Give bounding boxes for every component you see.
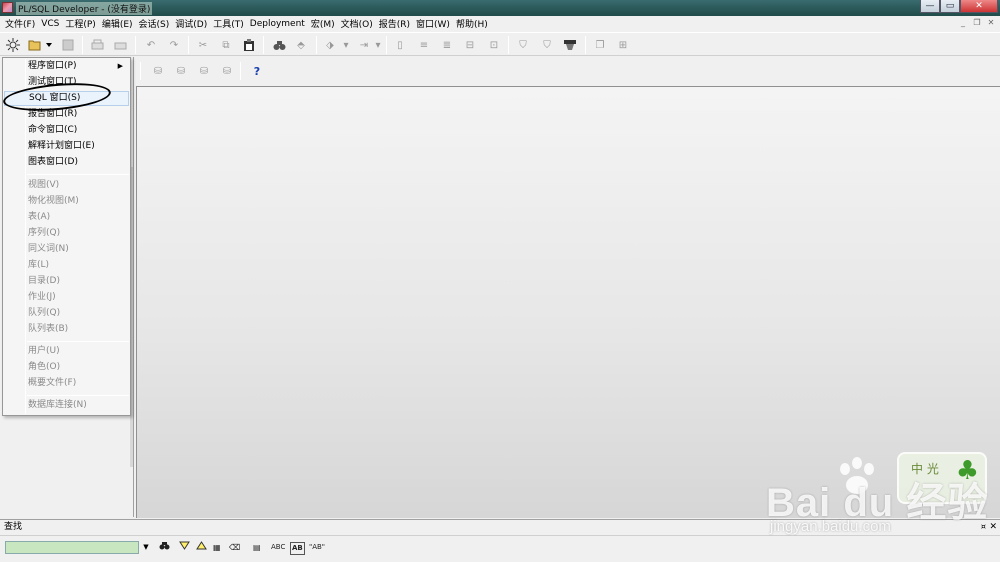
menu-session[interactable]: 会话(S) [136,17,173,30]
menu-tools[interactable]: 工具(T) [210,17,247,30]
indent-icon: ≡ [419,39,429,51]
menu-documents[interactable]: 文档(O) [338,17,376,30]
menu-debug[interactable]: 调试(D) [172,17,210,30]
print-icon [89,37,105,53]
find-panel-title: 查找 [4,522,23,532]
new-icon[interactable] [5,37,21,53]
menu-item-database-link: 数据库连接(N) [28,400,87,410]
find-input[interactable] [5,541,139,554]
menu-item-diagram-window[interactable]: 图表窗口(D) [4,155,129,170]
menu-deployment[interactable]: Deployment [247,19,308,29]
secondary-toolbar: ⛁ ⛁ ⛁ ⛁ ? [134,58,1000,84]
db-add-icon: ⛁ [153,65,163,77]
db-browse-icon: ⛉ [519,39,527,51]
chevron-down-icon[interactable]: ▼ [140,541,152,554]
menu-item-queue-table: 队列表(B) [28,324,69,334]
title-bar: PL/SQL Developer - (没有登录) — ▭ ✕ [0,0,1000,16]
mdi-minimize-button[interactable]: _ [957,17,969,29]
cascade-windows-icon: ❐ [595,39,605,51]
compile-icon: ⬗ [326,39,334,51]
find-icon[interactable] [271,37,287,53]
undo-icon: ↶ [146,39,156,51]
print-preview-icon [112,37,128,53]
find-toolbar: ▼ ▦ ⌫ ▤ ABC AB "AB" [0,535,1000,562]
menu-item-directory: 目录(D) [28,276,60,286]
minimize-button[interactable]: — [920,0,940,13]
execute-icon: ⇥ [359,39,369,51]
main-toolbar: ↶ ↷ ✂ ⧉ ⬘ ⬗ ▾ ⇥ ▾ ▯ ≡ ≣ ⊟ ⊡ ⛉ ⛉ ❐ ⊞ [0,32,1000,56]
mdi-close-button[interactable]: ✕ [985,17,997,29]
mdi-restore-button[interactable]: ❐ [971,17,983,29]
window-controls: — ▭ ✕ [920,0,998,14]
find-next-icon[interactable] [179,541,190,554]
help-icon[interactable]: ? [249,63,265,79]
menu-help[interactable]: 帮助(H) [453,17,491,30]
menu-macro[interactable]: 宏(M) [308,17,338,30]
close-icon[interactable]: ✕ [989,520,997,534]
chevron-down-icon: ▾ [343,39,349,51]
submenu-arrow-icon: ▶ [117,62,123,70]
menu-item-program-window[interactable]: 程序窗口(P) ▶ [4,59,129,74]
save-icon [60,37,76,53]
highlight-all-icon[interactable]: ▦ [213,541,221,554]
window-title: PL/SQL Developer - (没有登录) [16,2,153,15]
menu-bar: 文件(F) VCS 工程(P) 编辑(E) 会话(S) 调试(D) 工具(T) … [0,16,1000,31]
redo-icon: ↷ [169,39,179,51]
maximize-button[interactable]: ▭ [940,0,960,13]
uncomment-icon: ⊡ [489,39,499,51]
menu-item-profile: 概要文件(F) [28,378,77,388]
app-icon [2,2,13,13]
comment-icon: ⊟ [465,39,475,51]
menu-item-sequence: 序列(Q) [28,228,61,238]
menu-file[interactable]: 文件(F) [2,17,38,30]
cut-icon: ✂ [198,39,208,51]
find-previous-icon[interactable] [196,541,207,554]
binoculars-icon[interactable] [159,541,170,554]
db-query-icon: ⛉ [543,39,551,51]
chevron-down-icon[interactable] [44,37,54,53]
watermark-url: jingyan.baidu.com [770,518,891,535]
whole-word-toggle[interactable]: AB [290,542,305,555]
db-upload-icon: ⛁ [199,65,209,77]
menu-item-job: 作业(J) [28,292,56,302]
open-folder-icon[interactable] [27,37,43,53]
regex-toggle[interactable]: "AB" [309,541,325,554]
new-menu-dropdown: 程序窗口(P) ▶ 测试窗口(T) SQL 窗口(S) 报告窗口(R) 命令窗口… [2,57,131,416]
menu-item-table: 表(A) [28,212,51,222]
tile-windows-icon: ⊞ [618,39,628,51]
unindent-icon: ≣ [442,39,452,51]
eraser-icon[interactable]: ⌫ [229,541,240,554]
menu-edit[interactable]: 编辑(E) [99,17,136,30]
selection-icon[interactable]: ▤ [253,541,261,554]
menu-item-library: 库(L) [28,260,50,270]
menu-item-view: 视图(V) [28,180,60,190]
match-case-toggle[interactable]: ABC [271,541,285,554]
menu-reports[interactable]: 报告(R) [376,17,413,30]
db-refresh-icon: ⛁ [176,65,186,77]
close-button[interactable]: ✕ [960,0,998,13]
replace-icon: ⬘ [297,39,305,51]
menu-project[interactable]: 工程(P) [62,17,98,30]
paste-icon[interactable] [241,37,257,53]
menu-item-role: 角色(O) [28,362,61,372]
chevron-down-icon: ▾ [375,39,381,51]
mdi-controls: _ ❐ ✕ [957,17,997,29]
menu-item-queue: 队列(Q) [28,308,61,318]
menu-item-explain-plan-window[interactable]: 解释计划窗口(E) [4,139,129,154]
db-connect-icon[interactable] [562,37,578,53]
document-icon: ▯ [397,39,403,51]
menu-item-synonym: 同义词(N) [28,244,69,254]
menu-item-user: 用户(U) [28,346,60,356]
menu-vcs[interactable]: VCS [38,19,62,29]
db-remove-icon: ⛁ [222,65,232,77]
menu-item-materialized-view: 物化视图(M) [28,196,79,206]
menu-window[interactable]: 窗口(W) [413,17,453,30]
menu-item-command-window[interactable]: 命令窗口(C) [4,123,129,138]
copy-icon: ⧉ [222,39,230,51]
